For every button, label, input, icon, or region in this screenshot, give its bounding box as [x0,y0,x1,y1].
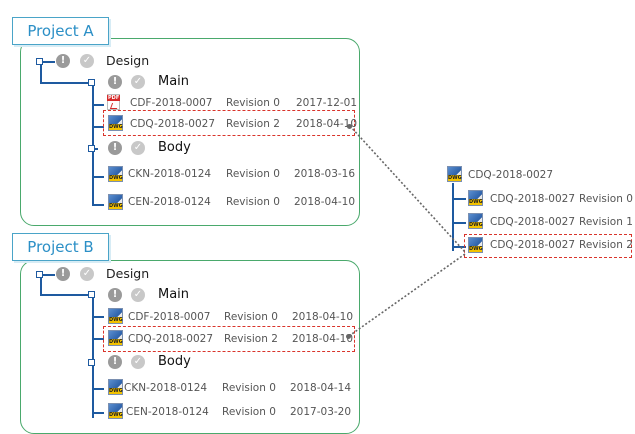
link-line-project-b [348,253,466,337]
link-line-project-a [349,125,466,253]
link-lines [348,125,466,337]
